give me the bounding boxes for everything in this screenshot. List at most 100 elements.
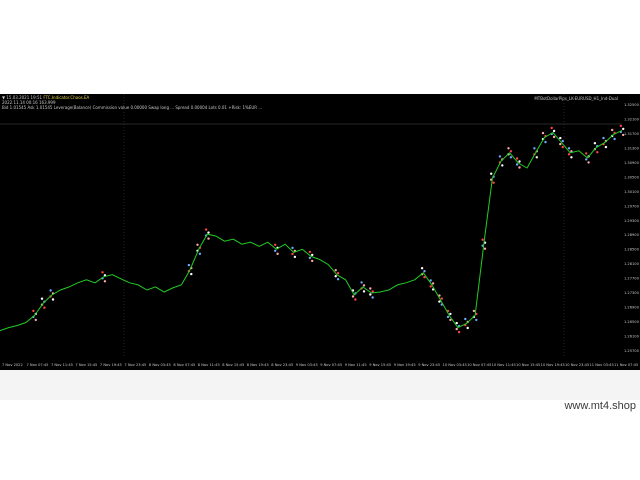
y-axis-label: 1.32500 [624,103,640,107]
x-axis-label: 7 Nov 23:45 [124,363,146,367]
watermark: www.mt4.shop [564,400,636,412]
trade-marker [308,250,311,254]
trade-marker [498,155,502,158]
x-axis-label: 8 Nov 03:45 [149,363,171,367]
trade-marker [507,147,510,150]
x-axis-label: 11 Nov 07:45 [614,363,638,367]
trade-marker [602,136,605,140]
trade-marker [276,252,279,255]
trade-marker [501,164,504,167]
trade-marker [446,315,450,319]
y-axis-label: 1.26500 [624,320,640,324]
trade-marker [613,137,616,141]
trade-marker [311,259,314,263]
trade-marker [483,247,487,250]
trade-marker [492,181,495,184]
trade-marker [533,147,536,150]
x-axis-label: 9 Nov 15:45 [369,363,391,367]
trade-marker [207,237,210,240]
trade-marker [515,157,519,160]
y-axis-label: 1.30100 [624,190,640,194]
x-axis-label: 10 Nov 23:45 [565,363,589,367]
trade-marker [475,318,478,322]
trade-marker [596,151,599,154]
trade-marker [515,163,519,166]
trade-marker [622,127,625,131]
trade-marker [196,243,199,246]
y-axis-label: 1.29300 [624,219,640,223]
trade-marker [207,231,210,234]
trade-marker [518,166,521,169]
trade-marker [34,318,37,322]
params-info-line: Bid 1.01545 Ask 1.01545 Leverage(Balance… [2,105,263,110]
trade-marker [593,142,597,145]
trade-marker [570,156,573,159]
x-axis-label: 10 Nov 03:45 [443,363,467,367]
trade-marker [481,238,484,241]
trade-marker [449,312,452,316]
chart-window[interactable]: 1.32500 1.32100 1.31700 1.31300 1.30900 1.305… [0,94,640,370]
price-line [0,129,623,332]
y-axis-label: 1.27300 [624,291,640,295]
trade-marker [291,252,294,256]
trade-marker [103,280,107,283]
trade-marker [431,282,435,285]
y-axis-label: 1.26900 [624,306,640,310]
y-axis-label: 1.25700 [624,349,640,353]
trade-marker [455,327,458,331]
y-axis-label: 1.32100 [624,118,640,122]
trade-marker [371,296,374,299]
y-axis-label: 1.28100 [624,262,640,266]
trade-marker [334,269,337,272]
x-axis-label: 7 Nov 11:45 [51,363,73,367]
trade-marker [43,306,46,309]
trade-marker [561,139,564,143]
x-axis-label: 10 Nov 07:45 [467,363,491,367]
trade-marker [429,285,432,288]
trade-marker [464,317,467,321]
trade-marker [604,145,608,149]
trade-marker [559,136,562,140]
trade-marker [440,297,443,300]
y-axis-label: 1.26100 [624,335,640,339]
trade-marker [587,161,590,164]
x-axis-label: 8 Nov 23:45 [271,363,293,367]
trade-marker [204,228,208,231]
trade-marker [362,290,366,293]
price-chart[interactable]: 1.32500 1.32100 1.31700 1.31300 1.30900 1.305… [0,94,640,370]
trade-marker [308,256,311,260]
x-axis-label: 9 Nov 19:45 [394,363,416,367]
trade-marker [535,156,538,159]
trade-marker [561,145,564,149]
trade-marker [420,267,424,270]
trade-marker [585,158,588,161]
trade-marker [198,252,202,255]
x-axis-label: 8 Nov 11:45 [198,363,220,367]
trade-marker [544,140,547,144]
trade-marker [190,272,193,276]
x-axis-label: 10 Nov 15:45 [516,363,540,367]
trade-marker [101,271,104,274]
trade-marker [334,275,337,278]
trade-marker [187,263,191,267]
trade-marker [541,131,545,135]
trade-marker [51,298,55,301]
x-axis-label: 8 Nov 15:45 [222,363,244,367]
trade-marker [360,281,363,284]
trade-marker [490,172,493,175]
x-axis-label: 11 Nov 03:45 [590,363,614,367]
x-axis-label: 7 Nov 15:45 [75,363,97,367]
x-axis-label: 7 Nov 2022 [2,363,23,367]
trade-marker [552,129,556,133]
x-axis-label: 9 Nov 11:45 [345,363,367,367]
trade-marker [550,126,553,130]
trade-marker [311,253,314,257]
x-axis-label: 8 Nov 19:45 [247,363,269,367]
trade-marker [472,309,476,313]
trade-marker [567,147,571,150]
trade-marker [509,150,513,153]
trade-marker [40,297,44,300]
x-axis-label: 10 Nov 11:45 [492,363,516,367]
trade-marker [293,255,297,259]
y-axis-label: 1.31300 [624,146,640,150]
